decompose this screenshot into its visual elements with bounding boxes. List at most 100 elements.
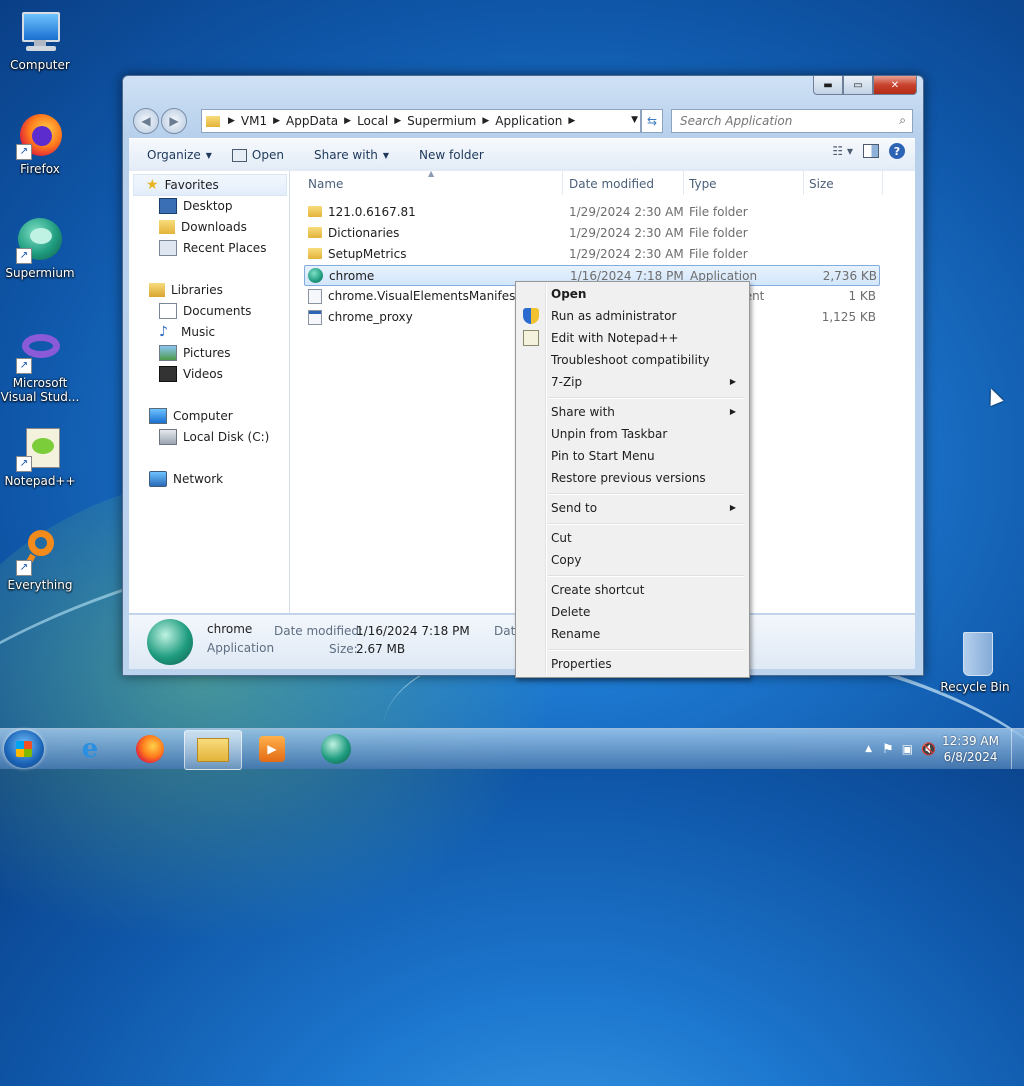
taskbar-supermium-button[interactable] — [308, 730, 364, 768]
column-header-type[interactable]: Type — [689, 171, 717, 197]
media-player-icon: ▶ — [259, 736, 285, 762]
new-folder-button[interactable]: New folder — [409, 143, 494, 167]
search-input[interactable] — [678, 113, 892, 129]
network-tray-icon[interactable]: ▣ — [902, 742, 913, 756]
column-header-name[interactable]: Name — [308, 171, 343, 197]
menu-item-send-to[interactable]: Send to ▶ — [519, 497, 746, 519]
desktop-icon-visual-studio[interactable]: ↗ Microsoft Visual Stud... — [0, 326, 80, 404]
column-divider — [882, 171, 883, 195]
sort-arrow-icon: ▲ — [428, 169, 435, 178]
close-button[interactable]: ✕ — [873, 76, 917, 95]
folder-icon — [308, 206, 322, 217]
menu-item-share-with[interactable]: Share with ▶ — [519, 401, 746, 423]
nav-label: Documents — [183, 304, 252, 318]
file-row[interactable]: SetupMetrics 1/29/2024 2:30 AM File fold… — [304, 244, 878, 264]
menu-label: Open — [551, 287, 587, 301]
address-dropdown-icon[interactable]: ▼ — [631, 115, 638, 125]
menu-item-delete[interactable]: Delete — [519, 601, 746, 623]
firefox-icon — [136, 735, 164, 763]
menu-item-properties[interactable]: Properties — [519, 653, 746, 675]
nav-downloads[interactable]: Downloads — [159, 217, 247, 237]
nav-favorites[interactable]: ★ Favorites — [133, 174, 287, 196]
details-size-value: 2.67 MB — [356, 642, 406, 656]
nav-local-disk[interactable]: Local Disk (C:) — [159, 427, 269, 447]
file-row[interactable]: 121.0.6167.81 1/29/2024 2:30 AM File fol… — [304, 202, 878, 222]
minimize-button[interactable]: ▬ — [813, 76, 843, 95]
show-desktop-button[interactable] — [1011, 729, 1024, 769]
nav-documents[interactable]: Documents — [159, 301, 251, 321]
breadcrumb-chevron-icon: ▶ — [228, 116, 235, 126]
nav-label: Local Disk (C:) — [183, 430, 270, 444]
share-with-button[interactable]: Share with ▼ — [304, 143, 399, 167]
breadcrumb-vm1[interactable]: VM1 — [235, 114, 273, 128]
column-header-size[interactable]: Size — [809, 171, 834, 197]
nav-computer[interactable]: Computer — [149, 406, 233, 426]
menu-item-pin-start[interactable]: Pin to Start Menu — [519, 445, 746, 467]
menu-label: Unpin from Taskbar — [551, 427, 668, 441]
breadcrumb-supermium[interactable]: Supermium — [401, 114, 482, 128]
open-button[interactable]: Open — [222, 143, 294, 167]
videos-icon — [159, 366, 177, 382]
supermium-icon — [321, 734, 351, 764]
desktop-icon-recycle-bin[interactable]: Recycle Bin — [935, 630, 1015, 694]
view-options-icon[interactable]: ☷ ▾ — [832, 144, 853, 158]
show-hidden-icons-icon[interactable]: ▲ — [865, 744, 872, 754]
nav-desktop[interactable]: Desktop — [159, 196, 233, 216]
menu-item-run-as-admin[interactable]: Run as administrator — [519, 305, 746, 327]
taskbar-firefox-button[interactable] — [122, 730, 178, 768]
desktop-icon-notepadpp[interactable]: ↗ Notepad++ — [0, 424, 80, 488]
help-icon[interactable]: ? — [889, 143, 905, 159]
preview-pane-icon[interactable] — [863, 144, 879, 158]
action-center-flag-icon[interactable]: ⚑ — [882, 742, 894, 757]
taskbar-ie-button[interactable]: e — [62, 730, 118, 768]
menu-separator — [548, 523, 744, 525]
taskbar-explorer-button[interactable] — [184, 730, 242, 770]
navigation-pane: ★ Favorites Desktop Downloads Recent Pla… — [129, 171, 290, 613]
address-bar[interactable]: ▶ VM1 ▶ AppData ▶ Local ▶ Supermium ▶ Ap… — [201, 109, 641, 133]
nav-videos[interactable]: Videos — [159, 364, 223, 384]
shortcut-arrow-icon: ↗ — [16, 248, 32, 264]
minimize-icon: ▬ — [823, 79, 833, 91]
menu-item-rename[interactable]: Rename — [519, 623, 746, 645]
menu-item-open[interactable]: Open — [519, 283, 746, 305]
file-row[interactable]: Dictionaries 1/29/2024 2:30 AM File fold… — [304, 223, 878, 243]
nav-pictures[interactable]: Pictures — [159, 343, 231, 363]
nav-music[interactable]: ♪ Music — [159, 322, 215, 342]
menu-item-restore-versions[interactable]: Restore previous versions — [519, 467, 746, 489]
back-button[interactable]: ◀ — [133, 108, 159, 134]
shortcut-arrow-icon: ↗ — [16, 456, 32, 472]
forward-button[interactable]: ▶ — [161, 108, 187, 134]
forward-arrow-icon: ▶ — [169, 114, 179, 128]
desktop-icon-everything[interactable]: ↗ Everything — [0, 528, 80, 592]
taskbar-media-player-button[interactable]: ▶ — [244, 730, 300, 768]
nav-libraries[interactable]: Libraries — [149, 280, 223, 300]
breadcrumb-appdata[interactable]: AppData — [280, 114, 344, 128]
menu-item-create-shortcut[interactable]: Create shortcut — [519, 579, 746, 601]
column-divider — [803, 171, 804, 195]
search-box[interactable]: ⌕ — [671, 109, 913, 133]
desktop-icon-firefox[interactable]: ↗ Firefox — [0, 112, 80, 176]
desktop-icon-supermium[interactable]: ↗ Supermium — [0, 216, 80, 280]
menu-item-unpin-taskbar[interactable]: Unpin from Taskbar — [519, 423, 746, 445]
start-button[interactable] — [4, 730, 44, 768]
refresh-button[interactable]: ⇆ — [641, 109, 663, 133]
nav-recent-places[interactable]: Recent Places — [159, 238, 266, 258]
volume-muted-icon[interactable]: 🔇 — [921, 742, 936, 756]
desktop-icon-computer[interactable]: Computer — [0, 8, 80, 72]
breadcrumb-local[interactable]: Local — [351, 114, 394, 128]
menu-item-edit-notepadpp[interactable]: Edit with Notepad++ — [519, 327, 746, 349]
clock[interactable]: 12:39 AM 6/8/2024 — [942, 733, 999, 765]
menu-item-copy[interactable]: Copy — [519, 549, 746, 571]
organize-button[interactable]: Organize ▼ — [137, 143, 222, 167]
menu-item-7zip[interactable]: 7-Zip ▶ — [519, 371, 746, 393]
menu-item-cut[interactable]: Cut — [519, 527, 746, 549]
column-header-date[interactable]: Date modified — [569, 171, 654, 197]
nav-network[interactable]: Network — [149, 469, 223, 489]
maximize-button[interactable]: ▭ — [843, 76, 873, 95]
breadcrumb-application[interactable]: Application — [489, 114, 568, 128]
taskbar: e ▶ ▲ ⚑ ▣ 🔇 12:39 AM 6/8/2024 — [0, 728, 1024, 770]
menu-separator — [548, 493, 744, 495]
menu-label: Rename — [551, 627, 601, 641]
menu-item-troubleshoot[interactable]: Troubleshoot compatibility — [519, 349, 746, 371]
nav-label: Computer — [173, 409, 233, 423]
